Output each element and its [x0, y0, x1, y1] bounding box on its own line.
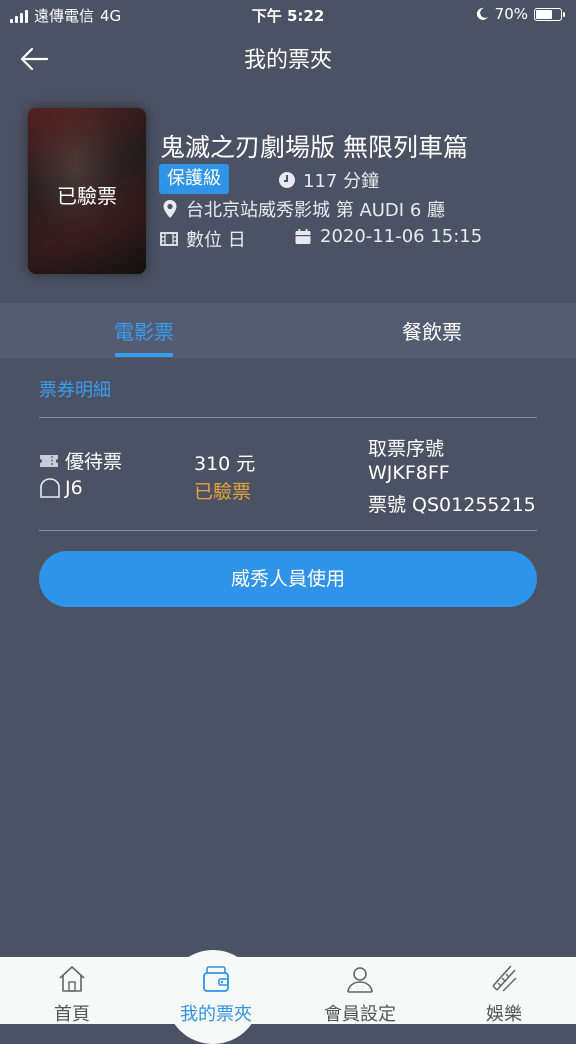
seat-text: J6: [65, 477, 83, 499]
ticket-number: 票號 QS01255215: [368, 494, 536, 516]
home-icon: [59, 966, 85, 992]
movie-poster: 已驗票: [28, 108, 146, 274]
pickup-code: WJKF8FF: [368, 462, 450, 484]
battery-fill: [536, 9, 552, 19]
poster-status: 已驗票: [57, 184, 117, 208]
user-icon: [347, 967, 373, 993]
battery-icon: [534, 7, 565, 21]
ticket-type: 優待票: [39, 447, 122, 474]
datetime-text: 2020-11-06 15:15: [320, 226, 483, 247]
clock-icon: [279, 172, 295, 188]
status-bar: 遠傳電信 4G 下午 5:22 70%: [0, 0, 576, 30]
battery-percent: 70%: [494, 5, 528, 23]
nav-home[interactable]: 首頁: [22, 960, 122, 1025]
nav-wallet[interactable]: 我的票夾: [166, 960, 266, 1025]
moon-icon: [476, 7, 488, 20]
header: 我的票夾: [0, 30, 576, 86]
movie-title: 鬼滅之刃劇場版 無限列車篇: [160, 133, 468, 162]
duration: 117 分鐘: [279, 167, 379, 193]
status-right: 70%: [475, 5, 565, 23]
film-icon: [160, 232, 178, 246]
nav-member[interactable]: 會員設定: [310, 960, 410, 1025]
format-text: 數位 日: [186, 230, 246, 251]
tab-movie-ticket[interactable]: 電影票: [0, 303, 288, 358]
divider: [39, 530, 537, 531]
entertainment-icon: [492, 965, 517, 992]
seat-icon: [40, 478, 60, 498]
calendar-icon: [295, 228, 311, 244]
section-title: 票券明細: [39, 380, 111, 401]
seat: J6: [39, 477, 83, 499]
divider: [39, 417, 537, 418]
ticket-icon: [40, 454, 58, 467]
ticket-status: 已驗票: [194, 481, 252, 503]
wallet-icon: [203, 966, 229, 992]
rating-badge: 保護級: [159, 164, 229, 194]
location-pin-icon: [163, 200, 177, 218]
tab-food-ticket[interactable]: 餐飲票: [288, 303, 576, 358]
ticket-type-text: 優待票: [65, 451, 123, 473]
page-title: 我的票夾: [243, 48, 332, 73]
nav-member-label: 會員設定: [324, 1004, 396, 1025]
format-row: 數位 日: [160, 226, 246, 252]
active-tab-indicator: [115, 353, 173, 357]
duration-text: 117 分鐘: [303, 171, 380, 192]
nav-entertainment[interactable]: 娛樂: [454, 960, 554, 1025]
nav-home-label: 首頁: [54, 1004, 90, 1025]
pickup-label: 取票序號: [368, 438, 445, 460]
ticket-price: 310 元: [194, 453, 256, 475]
ticket-tabs: 電影票 餐飲票: [0, 303, 576, 358]
staff-use-button[interactable]: 威秀人員使用: [39, 551, 537, 607]
cinema-text: 台北京站威秀影城 第 AUDI 6 廳: [186, 200, 445, 221]
cinema-row: 台北京站威秀影城 第 AUDI 6 廳: [162, 196, 445, 222]
nav-wallet-label: 我的票夾: [180, 1004, 252, 1025]
nav-entertainment-label: 娛樂: [486, 1004, 522, 1025]
datetime-row: 2020-11-06 15:15: [294, 226, 482, 247]
